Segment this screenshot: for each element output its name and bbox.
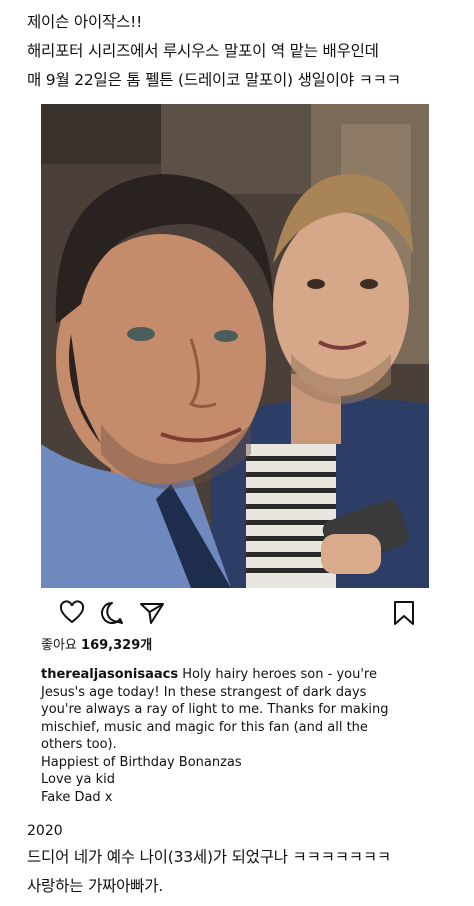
outro-line-1: 드디어 네가 예수 나이(33세)가 되었구나 ㅋㅋㅋㅋㅋㅋㅋ	[27, 848, 391, 866]
intro-line-1: 제이슨 아이작스!!	[27, 13, 143, 31]
paper-plane-icon[interactable]	[139, 600, 165, 626]
likes-label: 좋아요	[41, 638, 77, 653]
post-actions	[41, 588, 429, 638]
caption-line: you're always a ray of light to me. Than…	[41, 702, 389, 717]
year-label: 2020	[27, 823, 63, 839]
caption-line: others too).	[41, 737, 117, 752]
intro-line-3: 매 9월 22일은 톰 펠튼 (드레이코 말포이) 생일이야 ㅋㅋㅋ	[27, 71, 401, 89]
outro-line-2: 사랑하는 가짜아빠가.	[27, 877, 163, 895]
outro-text: 2020 드디어 네가 예수 나이(33세)가 되었구나 ㅋㅋㅋㅋㅋㅋㅋ 사랑하…	[27, 819, 467, 901]
caption-line: mischief, music and magic for this fan (…	[41, 719, 368, 735]
instagram-post: 좋아요 169,329개 therealjasonisaacs Holy hai…	[41, 104, 429, 806]
caption-line: Happiest of Birthday Bonanzas	[41, 754, 242, 770]
selfie-illustration	[41, 104, 429, 588]
caption-line: Jesus's age today! In these strangest of…	[41, 684, 367, 700]
intro-line-2: 해리포터 시리즈에서 루시우스 말포이 역 맡는 배우인데	[27, 42, 379, 60]
username-link[interactable]: therealjasonisaacs	[41, 667, 178, 682]
heart-icon[interactable]	[59, 600, 85, 626]
bookmark-icon[interactable]	[391, 600, 417, 626]
caption-text: Holy hairy heroes son - you're	[182, 667, 377, 682]
caption-line: Fake Dad x	[41, 789, 113, 805]
comment-bubble-icon[interactable]	[99, 600, 125, 626]
post-caption: therealjasonisaacs Holy hairy heroes son…	[41, 666, 421, 806]
intro-text: 제이슨 아이작스!! 해리포터 시리즈에서 루시우스 말포이 역 맡는 배우인데…	[27, 8, 467, 95]
likes-number: 169,329개	[81, 638, 153, 653]
post-photo[interactable]	[41, 104, 429, 588]
caption-line: Love ya kid	[41, 772, 115, 787]
caption-line: therealjasonisaacs Holy hairy heroes son…	[41, 666, 421, 684]
